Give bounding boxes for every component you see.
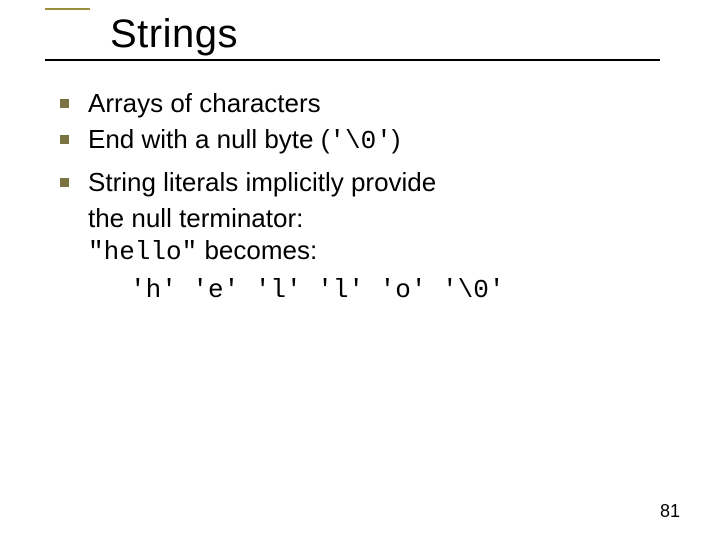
- content-area: Arrays of characters End with a null byt…: [60, 88, 660, 306]
- title-block: Strings: [20, 8, 680, 61]
- bullet-square-icon: [60, 178, 69, 187]
- bullet-text: ): [392, 124, 401, 154]
- bullet-square-icon: [60, 99, 69, 108]
- bullet-item: Arrays of characters: [60, 88, 660, 120]
- bullet-text: End with a null byte (: [88, 124, 329, 154]
- bullet-text: becomes:: [197, 235, 317, 265]
- bullet-text: Arrays of characters: [88, 88, 321, 118]
- bullet-continuation: "hello" becomes:: [60, 235, 660, 269]
- code-inline: "hello": [88, 237, 197, 267]
- title-rule-top: [45, 8, 90, 10]
- bullet-text: String literals implicitly provide: [88, 167, 436, 197]
- char-array-line: 'h' 'e' 'l' 'l' 'o' '\0': [60, 275, 660, 307]
- bullet-continuation: the null terminator:: [60, 203, 660, 235]
- bullet-text: the null terminator:: [88, 203, 303, 233]
- slide-title: Strings: [110, 12, 680, 57]
- title-rule-bottom: [45, 59, 660, 61]
- bullet-item: String literals implicitly provide: [60, 167, 660, 199]
- slide: Strings Arrays of characters End with a …: [0, 0, 720, 540]
- bullet-square-icon: [60, 135, 69, 144]
- page-number: 81: [660, 501, 680, 522]
- code-inline: '\0': [329, 126, 391, 156]
- bullet-item: End with a null byte ('\0'): [60, 124, 660, 158]
